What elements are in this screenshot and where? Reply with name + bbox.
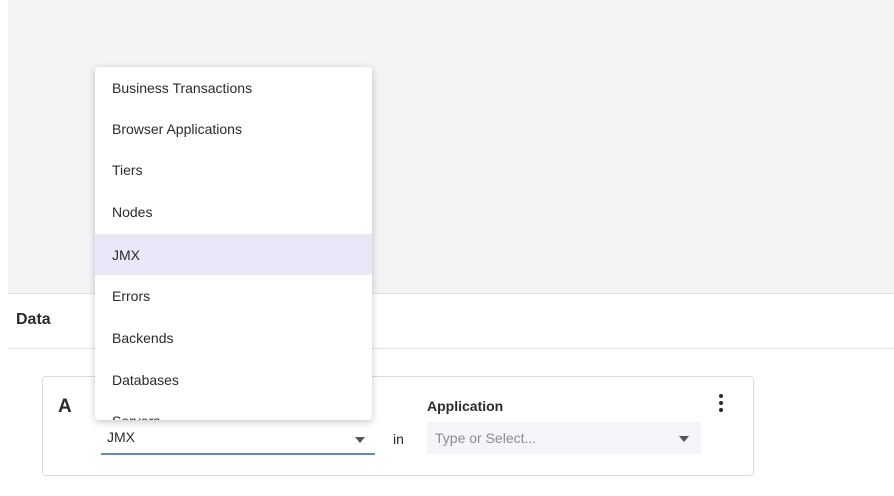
menu-item-databases[interactable]: Databases (95, 359, 372, 400)
more-vertical-icon[interactable] (715, 392, 727, 414)
chevron-down-icon[interactable] (355, 437, 365, 443)
menu-item-jmx[interactable]: JMX (95, 234, 372, 275)
application-label: Application (427, 398, 504, 414)
metric-type-dropdown: Business Transactions Browser Applicatio… (95, 67, 372, 420)
application-placeholder: Type or Select... (435, 430, 537, 446)
application-select[interactable]: Type or Select... (427, 422, 701, 454)
menu-item-errors[interactable]: Errors (95, 275, 372, 316)
menu-item-nodes[interactable]: Nodes (95, 191, 372, 232)
menu-item-tiers[interactable]: Tiers (95, 149, 372, 190)
metric-type-value: JMX (107, 429, 135, 445)
menu-item-business-transactions[interactable]: Business Transactions (95, 67, 372, 108)
metric-type-select[interactable]: JMX (101, 425, 375, 455)
query-letter: A (58, 396, 72, 417)
data-panel-title: Data (16, 311, 51, 328)
menu-item-browser-applications[interactable]: Browser Applications (95, 108, 372, 149)
menu-item-backends[interactable]: Backends (95, 317, 372, 358)
in-label: in (393, 431, 404, 447)
chevron-down-icon[interactable] (679, 436, 689, 442)
menu-item-servers[interactable]: Servers (95, 400, 372, 421)
